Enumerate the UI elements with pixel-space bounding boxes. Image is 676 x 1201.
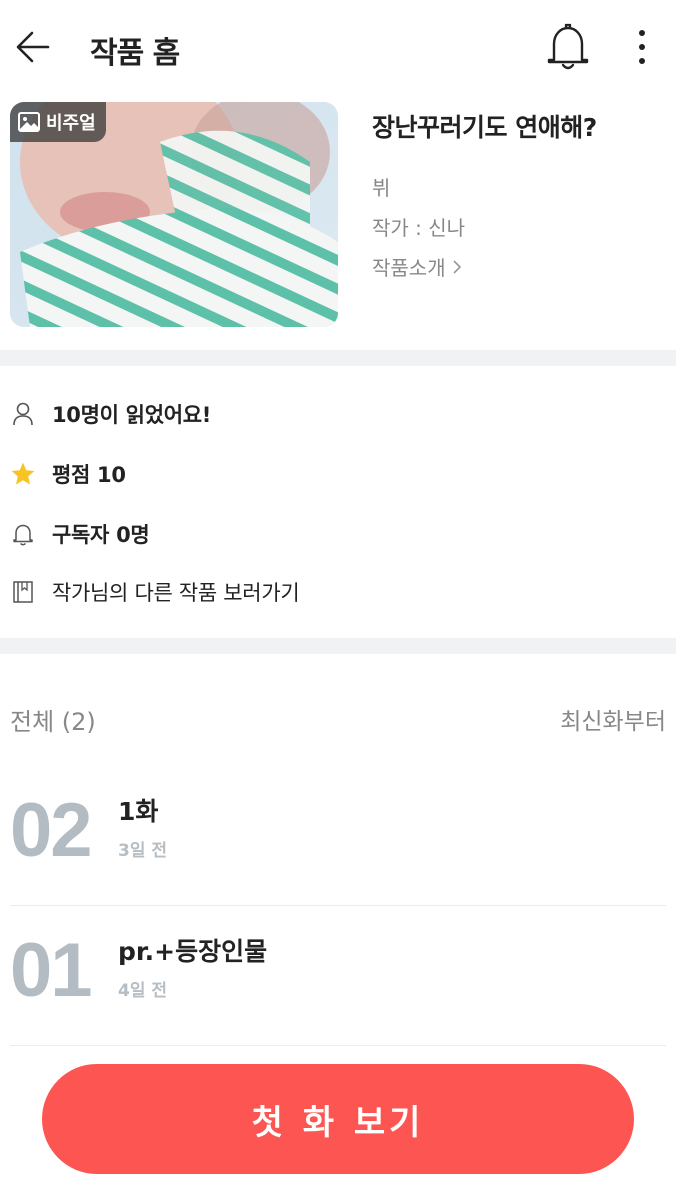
episode-number: 01	[10, 928, 93, 1013]
readers-stat: 10명이 읽었어요!	[10, 394, 211, 434]
episode-time: 4일 전	[118, 981, 168, 1001]
notification-button[interactable]	[542, 20, 594, 74]
episode-time: 3일 전	[118, 841, 168, 861]
star-icon	[11, 462, 35, 485]
more-vertical-icon	[639, 30, 645, 64]
back-button[interactable]	[10, 24, 56, 70]
chevron-right-icon	[453, 259, 461, 274]
section-divider	[0, 350, 676, 366]
bell-outline-icon	[13, 524, 33, 546]
work-intro-label: 작품소개	[372, 256, 446, 280]
work-intro-link[interactable]: 작품소개	[372, 252, 462, 281]
episode-title: pr.+등장인물	[118, 937, 268, 966]
more-options-button[interactable]	[624, 24, 660, 70]
list-item[interactable]: 02 1화 3일 전	[10, 766, 666, 906]
visual-badge-label: 비주얼	[46, 113, 96, 134]
sort-button[interactable]: 최신화부터	[560, 702, 666, 736]
readers-count: 10명이 읽었어요!	[52, 403, 212, 427]
episode-list-header: 전체 (2) 최신화부터	[0, 696, 676, 740]
episode-total: 전체 (2)	[10, 708, 96, 736]
episode-title: 1화	[118, 797, 159, 826]
read-first-episode-button[interactable]: 첫 화 보기	[42, 1064, 634, 1174]
page-title: 작품 홈	[90, 36, 180, 71]
arrow-left-icon	[16, 31, 50, 63]
list-item[interactable]: 01 pr.+등장인물 4일 전	[10, 906, 666, 1046]
work-genre: 뷔	[372, 176, 391, 200]
other-works-link[interactable]: 작가님의 다른 작품 보러가기	[10, 572, 300, 612]
person-icon	[13, 402, 33, 426]
rating-stat: 평점 10	[10, 454, 126, 494]
visual-badge: 비주얼	[10, 102, 106, 142]
image-icon	[18, 112, 40, 132]
other-works-label: 작가님의 다른 작품 보러가기	[52, 581, 300, 605]
cover-image[interactable]: 비주얼	[10, 102, 338, 327]
work-author: 작가 : 신나	[372, 216, 466, 240]
section-divider	[0, 638, 676, 654]
book-icon	[13, 581, 33, 603]
subscribers-count: 구독자 0명	[52, 523, 150, 547]
top-app-bar: 작품 홈	[0, 0, 676, 96]
subscribers-stat: 구독자 0명	[10, 514, 150, 554]
episode-number: 02	[10, 788, 93, 873]
work-title: 장난꾸러기도 연애해?	[372, 113, 597, 142]
bell-icon	[547, 23, 589, 70]
rating-value: 평점 10	[52, 463, 126, 487]
